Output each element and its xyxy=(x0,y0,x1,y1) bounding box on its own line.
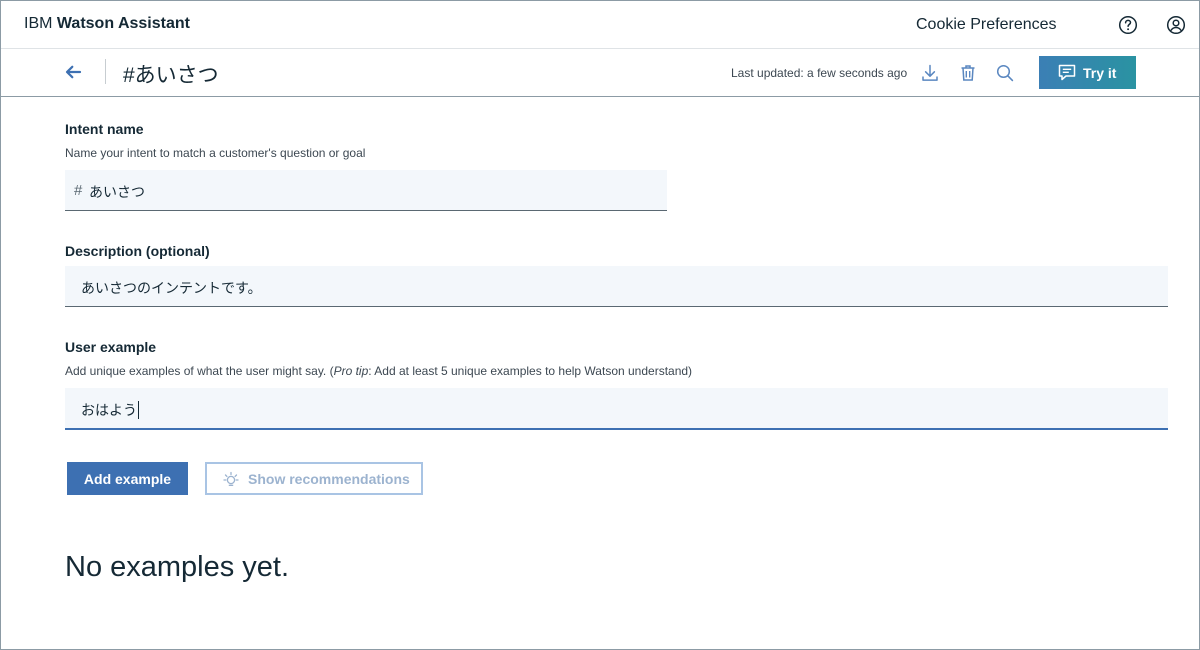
add-example-button[interactable]: Add example xyxy=(67,462,188,495)
user-example-text: おはよう xyxy=(81,402,137,418)
last-updated-text: Last updated: a few seconds ago xyxy=(731,66,908,80)
search-icon[interactable] xyxy=(995,63,1015,83)
brand-product: Watson Assistant xyxy=(56,15,190,32)
user-example-help-text: Add unique examples of what the user mig… xyxy=(65,364,334,378)
no-examples-message: No examples yet. xyxy=(65,551,290,583)
user-example-label: User example xyxy=(65,339,157,355)
lightbulb-icon xyxy=(223,471,239,486)
help-icon[interactable] xyxy=(1118,15,1138,35)
hash-prefix: # xyxy=(74,182,83,199)
show-recommendations-label: Show recommendations xyxy=(248,471,410,487)
user-example-help: Add unique examples of what the user mig… xyxy=(65,364,692,378)
top-header: IBM Watson Assistant Cookie Preferences xyxy=(1,1,1199,49)
chat-icon xyxy=(1058,64,1076,81)
intent-name-label: Intent name xyxy=(65,121,144,137)
intent-name-value: あいさつ xyxy=(89,184,145,200)
user-avatar-icon[interactable] xyxy=(1166,15,1186,35)
try-it-button[interactable]: Try it xyxy=(1039,56,1136,89)
intent-toolbar: #あいさつ Last updated: a few seconds ago Tr… xyxy=(1,49,1199,97)
text-caret xyxy=(138,401,139,419)
pro-tip-label: Pro tip xyxy=(333,364,369,378)
intent-title: #あいさつ xyxy=(123,64,219,87)
user-example-help-tail: : Add at least 5 unique examples to help… xyxy=(368,364,693,378)
app-window: IBM Watson Assistant Cookie Preferences … xyxy=(0,0,1200,650)
app-brand[interactable]: IBM Watson Assistant xyxy=(24,15,190,33)
cookie-preferences-link[interactable]: Cookie Preferences xyxy=(916,16,1057,34)
toolbar-divider xyxy=(105,59,106,84)
show-recommendations-button[interactable]: Show recommendations xyxy=(205,462,423,495)
intent-name-help: Name your intent to match a customer's q… xyxy=(65,146,366,160)
download-icon[interactable] xyxy=(920,63,940,83)
description-label: Description (optional) xyxy=(65,243,210,259)
arrow-left-icon[interactable] xyxy=(63,62,83,82)
description-value: あいさつのインテントです。 xyxy=(81,280,262,296)
user-example-input[interactable]: おはよう xyxy=(65,388,1168,430)
try-it-label: Try it xyxy=(1083,65,1117,81)
trash-icon[interactable] xyxy=(958,63,978,83)
intent-name-input[interactable]: # あいさつ xyxy=(65,170,667,211)
description-input[interactable]: あいさつのインテントです。 xyxy=(65,266,1168,307)
user-example-value: おはよう xyxy=(81,400,139,420)
brand-ibm: IBM xyxy=(24,15,53,32)
